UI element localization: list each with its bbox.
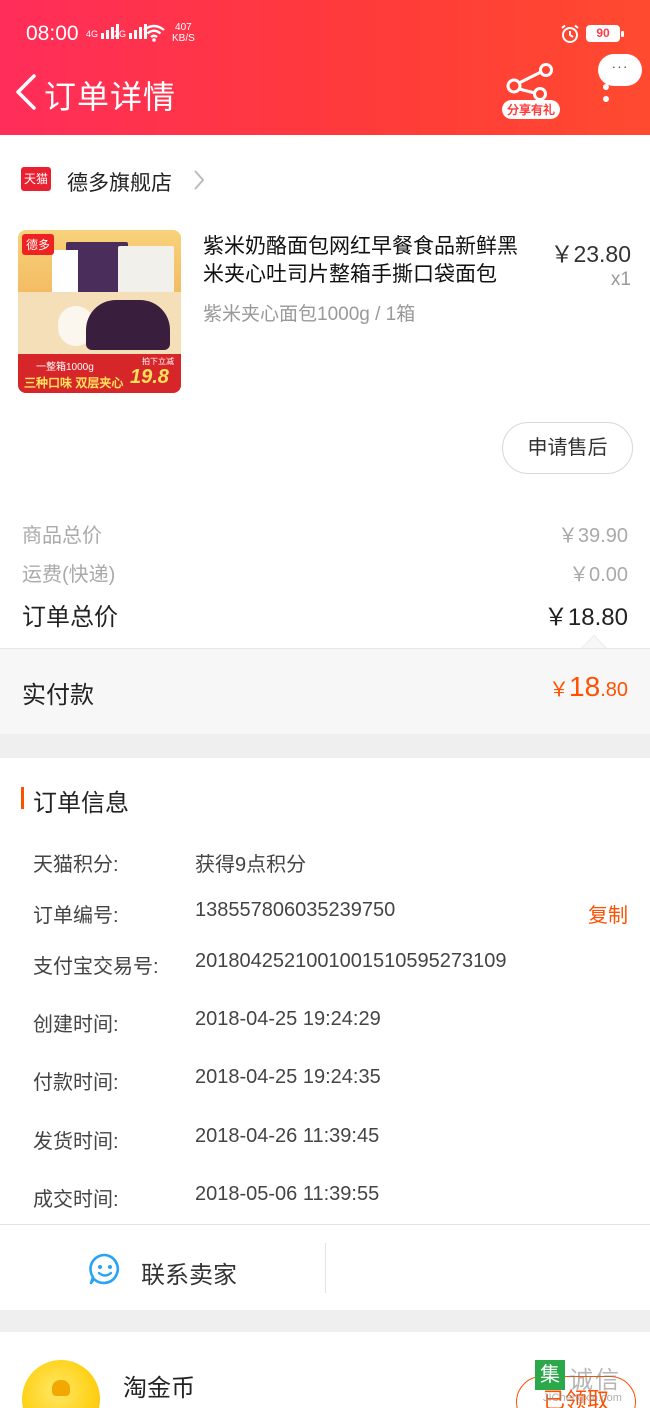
chevron-right-icon bbox=[194, 170, 205, 190]
info-key: 发货时间: bbox=[33, 1131, 119, 1153]
order-info-title: 订单信息 bbox=[33, 790, 129, 817]
product-price: ￥23.80 bbox=[550, 241, 631, 267]
section-accent-bar bbox=[21, 787, 24, 809]
tmall-logo: 天猫 bbox=[21, 167, 51, 191]
shop-name: 德多旗舰店 bbox=[67, 172, 172, 195]
wifi-icon bbox=[143, 24, 165, 42]
info-key: 成交时间: bbox=[33, 1189, 119, 1211]
info-row-points: 天猫积分: 获得9点积分 bbox=[33, 848, 628, 878]
goods-total-label: 商品总价 bbox=[22, 525, 102, 547]
info-value: 2018-04-25 19:24:35 bbox=[195, 1066, 381, 1088]
goods-total-row: 商品总价 ￥39.90 bbox=[22, 519, 628, 549]
info-key: 天猫积分: bbox=[33, 854, 119, 876]
info-key: 创建时间: bbox=[33, 1014, 119, 1036]
info-row-shipped: 发货时间: 2018-04-26 11:39:45 bbox=[33, 1125, 628, 1155]
info-value: 138557806035239750 bbox=[195, 899, 396, 921]
message-bubble-icon[interactable]: ··· bbox=[598, 54, 642, 86]
info-row-alipay-number: 支付宝交易号: 2018042521001001510595273109 bbox=[33, 950, 628, 980]
share-button[interactable]: 分享有礼 bbox=[500, 62, 566, 124]
info-key: 订单编号: bbox=[33, 905, 119, 927]
actual-payment-label: 实付款 bbox=[22, 682, 94, 709]
pointer-triangle bbox=[580, 635, 608, 649]
shipping-label: 运费(快递) bbox=[22, 564, 116, 586]
shipping-row: 运费(快递) ￥0.00 bbox=[22, 558, 628, 588]
more-vertical-icon[interactable] bbox=[596, 84, 616, 114]
chat-face-icon bbox=[89, 1253, 120, 1285]
info-value: 2018-04-26 11:39:45 bbox=[195, 1125, 380, 1147]
apply-aftersale-button[interactable]: 申请售后 bbox=[502, 422, 633, 474]
status-time: 08:00 bbox=[26, 22, 79, 45]
actual-payment-amount: ￥18.80 bbox=[549, 671, 628, 702]
order-total-label: 订单总价 bbox=[22, 604, 118, 631]
info-value: 2018-04-25 19:24:29 bbox=[195, 1008, 381, 1030]
order-total-value: ￥18.80 bbox=[543, 604, 628, 631]
section-divider bbox=[0, 1310, 650, 1332]
info-value: 2018-05-06 11:39:55 bbox=[195, 1183, 380, 1205]
order-total-row: 订单总价 ￥18.80 bbox=[22, 597, 628, 631]
actual-payment-row: 实付款 ￥18.80 bbox=[0, 648, 650, 734]
app-header: 08:00 4G 2G 407 KB/S 90 订单详情 分享有礼 ··· bbox=[0, 0, 650, 135]
taobao-coins-label: 淘金币 bbox=[123, 1375, 195, 1402]
section-divider bbox=[0, 734, 650, 758]
share-reward-badge: 分享有礼 bbox=[502, 100, 561, 119]
info-row-completed: 成交时间: 2018-05-06 11:39:55 bbox=[33, 1183, 628, 1213]
product-title: 紫米奶酪面包网红早餐食品新鲜黑米夹心吐司片整箱手撕口袋面包 bbox=[203, 235, 518, 286]
thumbnail-banner-text: 一整箱1000g bbox=[36, 362, 94, 373]
goods-total-value: ￥39.90 bbox=[557, 525, 628, 547]
watermark-logo: 集 诚信 JIChengxin.com bbox=[535, 1360, 650, 1408]
thumbnail-banner-slogan: 三种口味 双层夹心 bbox=[24, 376, 124, 390]
thumbnail-price: 19.8 bbox=[130, 366, 169, 388]
info-row-paid: 付款时间: 2018-04-25 19:24:35 bbox=[33, 1066, 628, 1096]
copy-order-number-button[interactable]: 复制 bbox=[588, 899, 628, 928]
alarm-icon bbox=[561, 24, 579, 43]
contact-bar: 联系卖家 bbox=[0, 1224, 650, 1310]
info-row-order-number: 订单编号: 138557806035239750 复制 bbox=[33, 899, 628, 929]
info-value: 2018042521001001510595273109 bbox=[195, 950, 507, 972]
contact-seller-label: 联系卖家 bbox=[141, 1262, 237, 1289]
share-icon bbox=[506, 63, 553, 101]
info-key: 支付宝交易号: bbox=[33, 956, 159, 978]
info-row-created: 创建时间: 2018-04-25 19:24:29 bbox=[33, 1008, 628, 1038]
product-quantity: x1 bbox=[610, 269, 631, 290]
contact-seller-button[interactable]: 联系卖家 bbox=[0, 1225, 325, 1311]
network-speed: 407 KB/S bbox=[172, 22, 195, 44]
product-thumbnail[interactable]: 德多 一整箱1000g 三种口味 双层夹心 拍下立减 19.8 bbox=[18, 230, 181, 393]
info-value: 获得9点积分 bbox=[195, 854, 307, 876]
shipping-value: ￥0.00 bbox=[569, 564, 628, 586]
status-bar: 08:00 4G 2G 407 KB/S 90 bbox=[0, 0, 650, 66]
product-sku: 紫米夹心面包1000g / 1箱 bbox=[203, 304, 416, 325]
gold-coin-icon bbox=[22, 1360, 100, 1408]
product-item[interactable]: 德多 一整箱1000g 三种口味 双层夹心 拍下立减 19.8 紫米奶酪面包网红… bbox=[0, 223, 650, 493]
price-summary: 商品总价 ￥39.90 运费(快递) ￥0.00 订单总价 ￥18.80 bbox=[0, 493, 650, 649]
order-info-section: 订单信息 天猫积分: 获得9点积分 订单编号: 1385578060352397… bbox=[0, 758, 650, 1224]
info-key: 付款时间: bbox=[33, 1072, 119, 1094]
back-icon[interactable] bbox=[12, 72, 42, 112]
battery-indicator: 90 bbox=[586, 25, 624, 42]
divider bbox=[325, 1243, 326, 1293]
shop-row[interactable]: 天猫 德多旗舰店 bbox=[0, 135, 650, 223]
thumbnail-brand-logo: 德多 bbox=[22, 234, 55, 255]
page-title: 订单详情 bbox=[44, 79, 177, 115]
